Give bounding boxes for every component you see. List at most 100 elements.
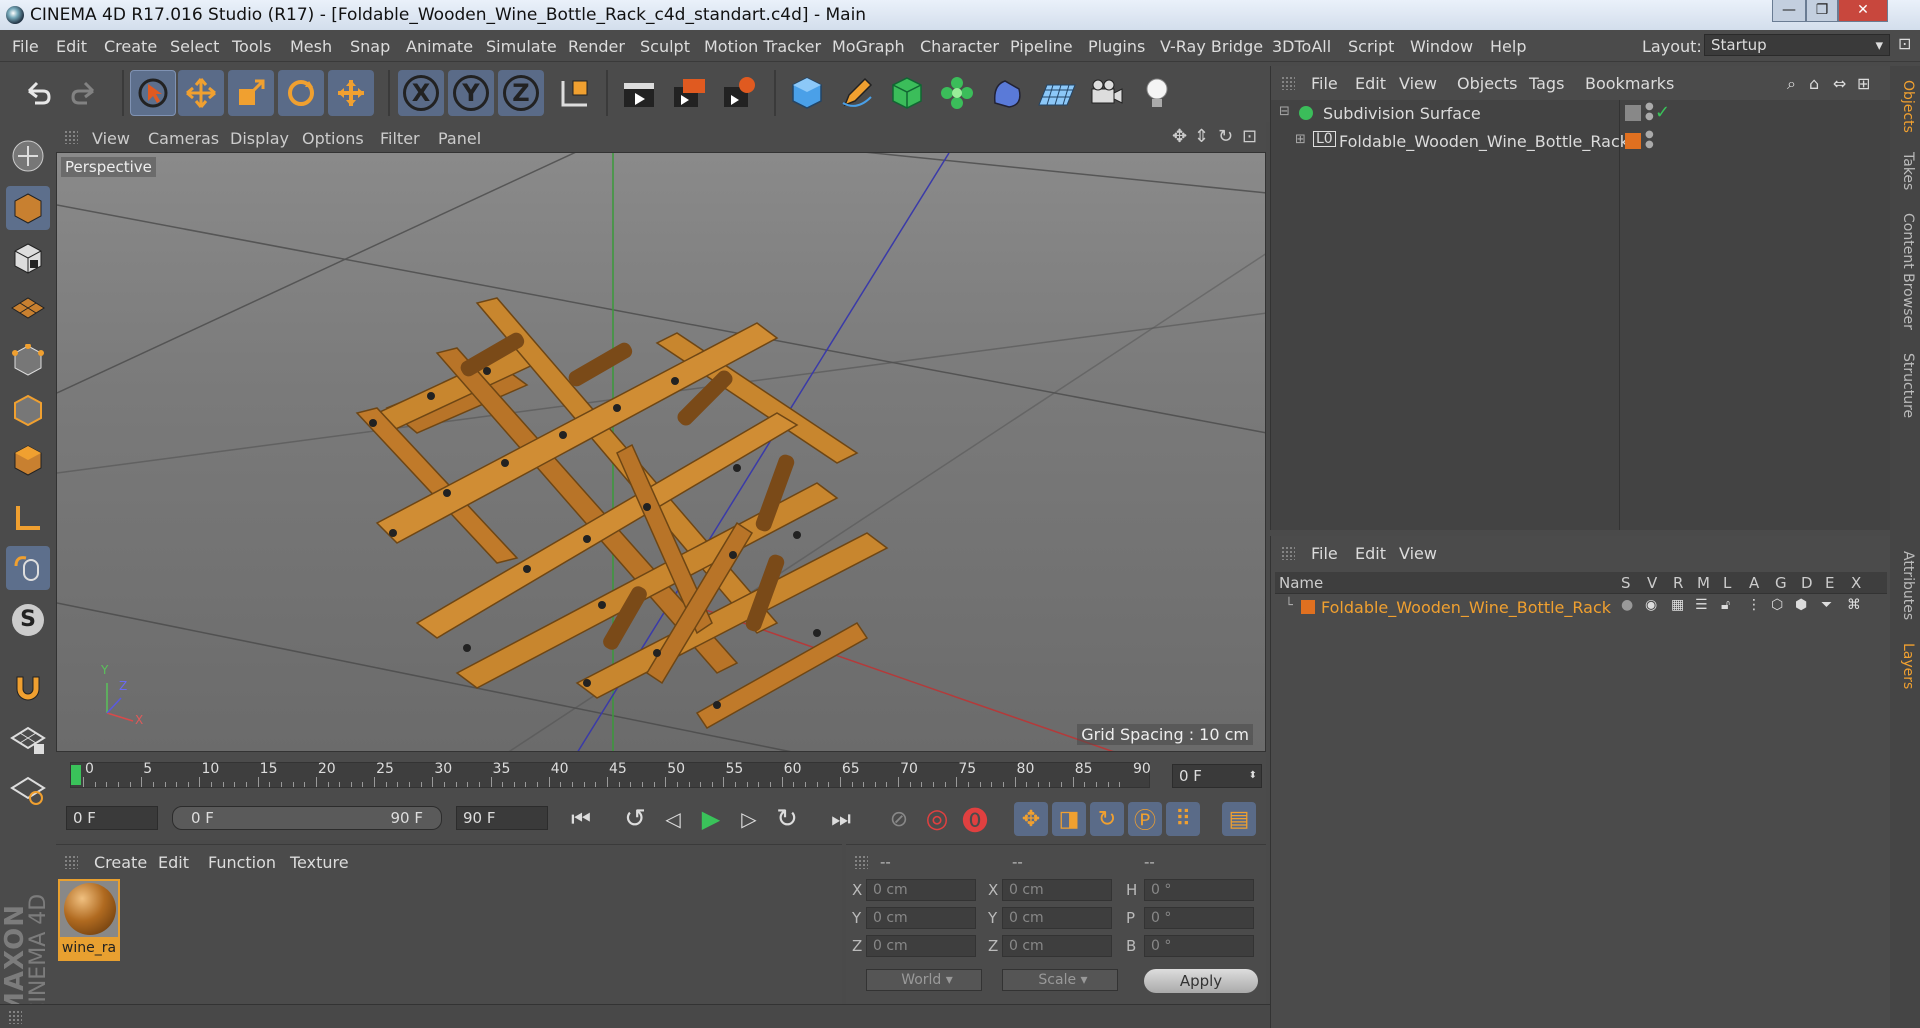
- record-disabled-icon[interactable]: ⊘: [882, 802, 916, 836]
- menu-3dtoall[interactable]: 3DToAll: [1272, 37, 1331, 56]
- cube-icon[interactable]: [784, 70, 830, 116]
- column-manager[interactable]: M: [1697, 574, 1710, 592]
- menu-file[interactable]: File: [12, 37, 39, 56]
- layer-menu-edit[interactable]: Edit: [1355, 544, 1386, 563]
- render-settings-icon[interactable]: [716, 70, 762, 116]
- search-icon[interactable]: ⌕: [1787, 74, 1796, 94]
- manager-icon[interactable]: ☰: [1695, 597, 1708, 613]
- deformer-icon[interactable]: ⬢: [1795, 597, 1807, 613]
- start-frame-field[interactable]: 0 F: [66, 806, 158, 830]
- rotation-p-field[interactable]: 0 °: [1144, 907, 1254, 929]
- animation-icon[interactable]: ⋮: [1747, 597, 1761, 613]
- position-z-field[interactable]: 0 cm: [866, 935, 976, 957]
- expand-icon[interactable]: ⊞: [1295, 132, 1306, 147]
- generator-icon[interactable]: ⬡: [1771, 597, 1783, 613]
- light-icon[interactable]: [1134, 70, 1180, 116]
- size-mode-select[interactable]: Scale ▾: [1002, 969, 1118, 991]
- lock-icon[interactable]: 🔓︎: [1721, 597, 1730, 613]
- coordinate-system-icon[interactable]: [552, 70, 598, 116]
- column-locked[interactable]: L: [1723, 574, 1731, 592]
- menu-pipeline[interactable]: Pipeline: [1010, 37, 1073, 56]
- menu-mesh[interactable]: Mesh: [290, 37, 332, 56]
- tweak-mode-icon[interactable]: [6, 546, 50, 590]
- material-menu-edit[interactable]: Edit: [158, 853, 189, 872]
- column-animation[interactable]: A: [1749, 574, 1759, 592]
- texture-mode-icon[interactable]: [6, 236, 50, 280]
- z-axis-icon[interactable]: Z: [498, 70, 544, 116]
- viewport-menu-cameras[interactable]: Cameras: [148, 129, 219, 148]
- menu-window[interactable]: Window: [1410, 37, 1473, 56]
- visibility-dots-icon[interactable]: ● ●: [1645, 102, 1654, 122]
- end-frame-field[interactable]: 90 F: [456, 806, 548, 830]
- timeline-playhead[interactable]: [71, 765, 81, 785]
- column-deformers[interactable]: D: [1801, 574, 1813, 592]
- edges-mode-icon[interactable]: [6, 388, 50, 432]
- make-editable-icon[interactable]: [6, 134, 50, 178]
- menu-simulate[interactable]: Simulate: [486, 37, 557, 56]
- menu-tools[interactable]: Tools: [232, 37, 271, 56]
- object-row-wine-rack[interactable]: ⊞ L0 Foldable_Wooden_Wine_Bottle_Rack ● ●: [1271, 128, 1891, 154]
- menu-plugins[interactable]: Plugins: [1088, 37, 1145, 56]
- autokey-icon[interactable]: ◎: [920, 802, 954, 836]
- enabled-check-icon[interactable]: ✓: [1655, 102, 1670, 123]
- snap-magnet-icon[interactable]: [6, 664, 50, 708]
- expression-icon[interactable]: ⏷: [1821, 597, 1832, 613]
- menu-edit[interactable]: Edit: [56, 37, 87, 56]
- rotation-b-field[interactable]: 0 °: [1144, 935, 1254, 957]
- home-icon[interactable]: ⌂: [1809, 74, 1819, 93]
- pen-icon[interactable]: [834, 70, 880, 116]
- minimize-button[interactable]: —: [1772, 0, 1806, 22]
- perspective-viewport[interactable]: Y Z X Perspective Grid Spacing : 10 cm: [56, 152, 1266, 752]
- object-menu-edit[interactable]: Edit: [1355, 74, 1386, 93]
- position-y-field[interactable]: 0 cm: [866, 907, 976, 929]
- viewport-pan-icon[interactable]: ✥: [1172, 126, 1187, 147]
- material-menu-function[interactable]: Function: [208, 853, 276, 872]
- column-view[interactable]: V: [1647, 574, 1657, 592]
- solo-mode-icon[interactable]: S: [6, 598, 50, 642]
- timeline-ruler[interactable]: 0 5 10 15 20 25 30 35 40 45 50 55 60 65 70 75 80 85 90: [70, 761, 1151, 788]
- object-menu-view[interactable]: View: [1399, 74, 1437, 93]
- tab-objects[interactable]: Objects: [1894, 76, 1916, 136]
- render-view-icon[interactable]: [616, 70, 662, 116]
- maximize-button[interactable]: ❐: [1806, 0, 1838, 22]
- render-clapper-icon[interactable]: ▦: [1671, 597, 1684, 613]
- panel-toggle-icon[interactable]: ⊡: [1898, 34, 1911, 53]
- select-arrow-icon[interactable]: [130, 70, 176, 116]
- tab-attributes[interactable]: Attributes: [1894, 546, 1916, 626]
- camera-icon[interactable]: [1084, 70, 1130, 116]
- solo-dot-icon[interactable]: ●: [1621, 597, 1633, 613]
- visibility-dots-icon[interactable]: ● ●: [1645, 130, 1654, 150]
- material-swatch[interactable]: wine_ra: [58, 879, 120, 961]
- menu-sculpt[interactable]: Sculpt: [640, 37, 690, 56]
- menu-animate[interactable]: Animate: [406, 37, 473, 56]
- frame-range-slider[interactable]: 0 F 90 F: [172, 806, 442, 830]
- link-icon[interactable]: ⇔: [1833, 74, 1846, 93]
- go-to-end-icon[interactable]: ⏭: [824, 802, 858, 836]
- object-menu-objects[interactable]: Objects: [1457, 74, 1517, 93]
- menu-motion-tracker[interactable]: Motion Tracker: [704, 37, 821, 56]
- coordinate-mode-select[interactable]: World ▾: [866, 969, 982, 991]
- viewport-menu-panel[interactable]: Panel: [438, 129, 481, 148]
- floor-icon[interactable]: [1034, 70, 1080, 116]
- points-mode-icon[interactable]: [6, 338, 50, 382]
- column-render[interactable]: R: [1673, 574, 1683, 592]
- layer-row[interactable]: └ Foldable_Wooden_Wine_Bottle_Rack ● ◉ ▦…: [1275, 596, 1887, 620]
- material-menu-texture[interactable]: Texture: [290, 853, 349, 872]
- apply-button[interactable]: Apply: [1144, 969, 1258, 993]
- object-menu-bookmarks[interactable]: Bookmarks: [1585, 74, 1674, 93]
- subdivision-icon[interactable]: [884, 70, 930, 116]
- tab-content-browser[interactable]: Content Browser: [1894, 206, 1916, 336]
- tab-layers[interactable]: Layers: [1894, 636, 1916, 696]
- size-z-field[interactable]: 0 cm: [1002, 935, 1112, 957]
- new-window-icon[interactable]: ⊞: [1857, 74, 1870, 93]
- timeline-window-icon[interactable]: ▤: [1222, 802, 1256, 836]
- previous-key-icon[interactable]: ↺: [618, 802, 652, 836]
- collapse-icon[interactable]: ⊟: [1279, 104, 1290, 119]
- viewport-maximize-icon[interactable]: ⊡: [1242, 126, 1257, 147]
- next-frame-icon[interactable]: ▷: [732, 802, 766, 836]
- layout-select[interactable]: Startup ▾: [1704, 34, 1890, 56]
- menu-mograph[interactable]: MoGraph: [832, 37, 905, 56]
- eye-icon[interactable]: ◉: [1645, 597, 1657, 613]
- layer-name[interactable]: Foldable_Wooden_Wine_Bottle_Rack: [1321, 598, 1611, 617]
- workplane-icon[interactable]: [6, 286, 50, 330]
